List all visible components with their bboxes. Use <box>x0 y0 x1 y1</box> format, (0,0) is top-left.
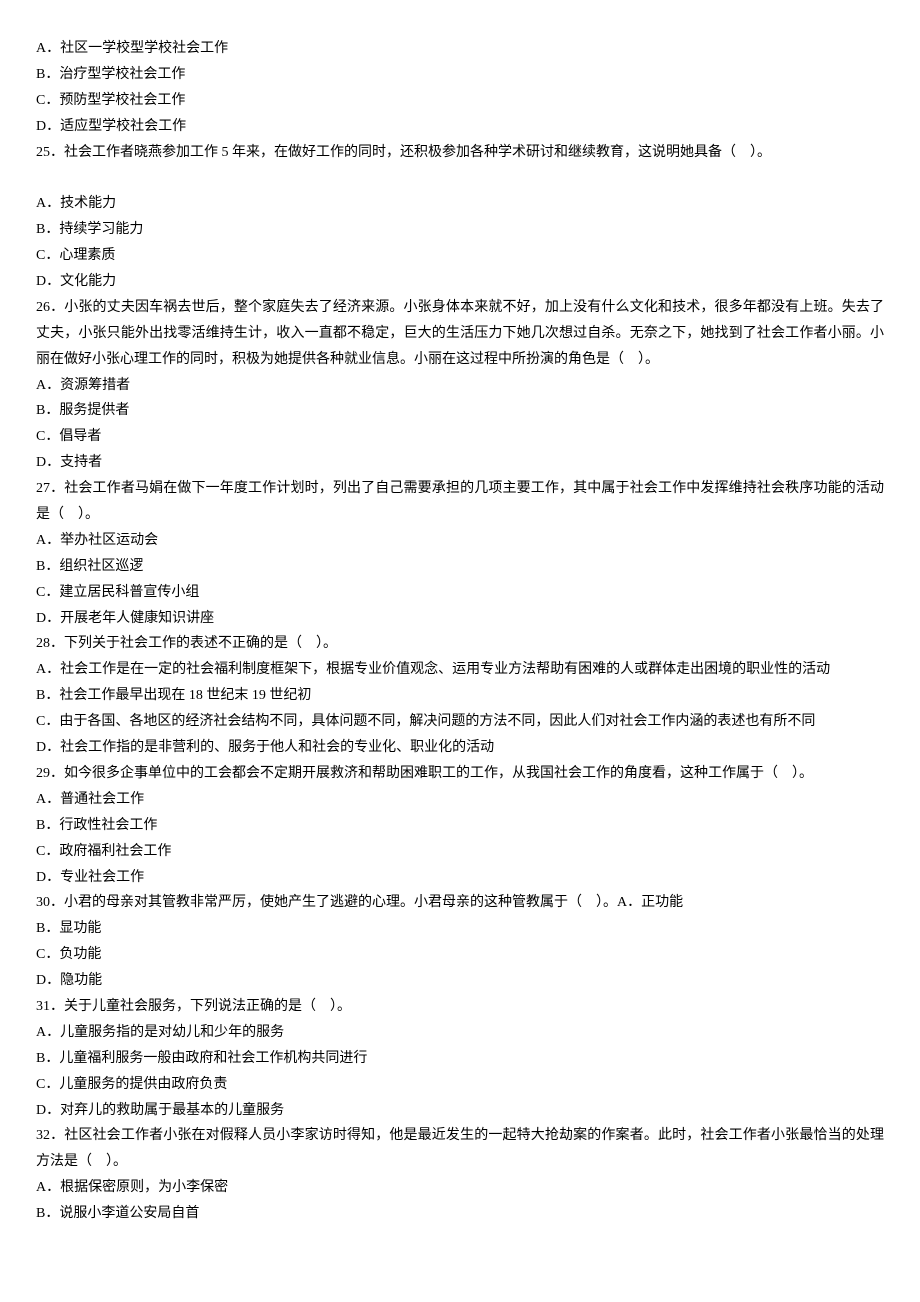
q30-option-c: C．负功能 <box>36 942 884 968</box>
q29-option-d: D．专业社会工作 <box>36 865 884 891</box>
q32-option-b: B．说服小李道公安局自首 <box>36 1201 884 1227</box>
q27-option-c: C．建立居民科普宣传小组 <box>36 580 884 606</box>
q28-stem: 28．下列关于社会工作的表述不正确的是（ ）。 <box>36 631 884 657</box>
q27-stem: 27．社会工作者马娟在做下一年度工作计划时，列出了自己需要承担的几项主要工作，其… <box>36 476 884 528</box>
q27-option-d: D．开展老年人健康知识讲座 <box>36 606 884 632</box>
q24-option-b: B．治疗型学校社会工作 <box>36 62 884 88</box>
q27-option-b: B．组织社区巡逻 <box>36 554 884 580</box>
q28-option-b: B．社会工作最早出现在 18 世纪末 19 世纪初 <box>36 683 884 709</box>
q25-option-c: C．心理素质 <box>36 243 884 269</box>
q29-option-b: B．行政性社会工作 <box>36 813 884 839</box>
q30-stem: 30．小君的母亲对其管教非常严厉，使她产生了逃避的心理。小君母亲的这种管教属于（… <box>36 890 884 916</box>
q28-option-c: C．由于各国、各地区的经济社会结构不同，具体问题不同，解决问题的方法不同，因此人… <box>36 709 884 735</box>
q31-stem: 31．关于儿童社会服务，下列说法正确的是（ ）。 <box>36 994 884 1020</box>
q28-option-a: A．社会工作是在一定的社会福利制度框架下，根据专业价值观念、运用专业方法帮助有困… <box>36 657 884 683</box>
q30-option-b: B．显功能 <box>36 916 884 942</box>
q28-option-d: D．社会工作指的是非营利的、服务于他人和社会的专业化、职业化的活动 <box>36 735 884 761</box>
q29-stem: 29．如今很多企事单位中的工会都会不定期开展救济和帮助困难职工的工作，从我国社会… <box>36 761 884 787</box>
q27-option-a: A．举办社区运动会 <box>36 528 884 554</box>
q30-option-d: D．隐功能 <box>36 968 884 994</box>
q29-option-c: C．政府福利社会工作 <box>36 839 884 865</box>
q31-option-a: A．儿童服务指的是对幼儿和少年的服务 <box>36 1020 884 1046</box>
q26-option-a: A．资源筹措者 <box>36 373 884 399</box>
q25-option-b: B．持续学习能力 <box>36 217 884 243</box>
q32-stem: 32．社区社会工作者小张在对假释人员小李家访时得知，他是最近发生的一起特大抢劫案… <box>36 1123 884 1175</box>
q24-option-a: A．社区一学校型学校社会工作 <box>36 36 884 62</box>
q26-option-c: C．倡导者 <box>36 424 884 450</box>
q26-stem: 26．小张的丈夫因车祸去世后，整个家庭失去了经济来源。小张身体本来就不好，加上没… <box>36 295 884 373</box>
q31-option-d: D．对弃儿的救助属于最基本的儿童服务 <box>36 1098 884 1124</box>
q26-option-d: D．支持者 <box>36 450 884 476</box>
q31-option-c: C．儿童服务的提供由政府负责 <box>36 1072 884 1098</box>
q29-option-a: A．普通社会工作 <box>36 787 884 813</box>
q24-option-d: D．适应型学校社会工作 <box>36 114 884 140</box>
q26-option-b: B．服务提供者 <box>36 398 884 424</box>
q24-option-c: C．预防型学校社会工作 <box>36 88 884 114</box>
q31-option-b: B．儿童福利服务一般由政府和社会工作机构共同进行 <box>36 1046 884 1072</box>
q25-option-d: D．文化能力 <box>36 269 884 295</box>
q32-option-a: A．根据保密原则，为小李保密 <box>36 1175 884 1201</box>
q25-option-a: A．技术能力 <box>36 191 884 217</box>
q25-stem: 25．社会工作者晓燕参加工作 5 年来，在做好工作的同时，还积极参加各种学术研讨… <box>36 140 884 166</box>
